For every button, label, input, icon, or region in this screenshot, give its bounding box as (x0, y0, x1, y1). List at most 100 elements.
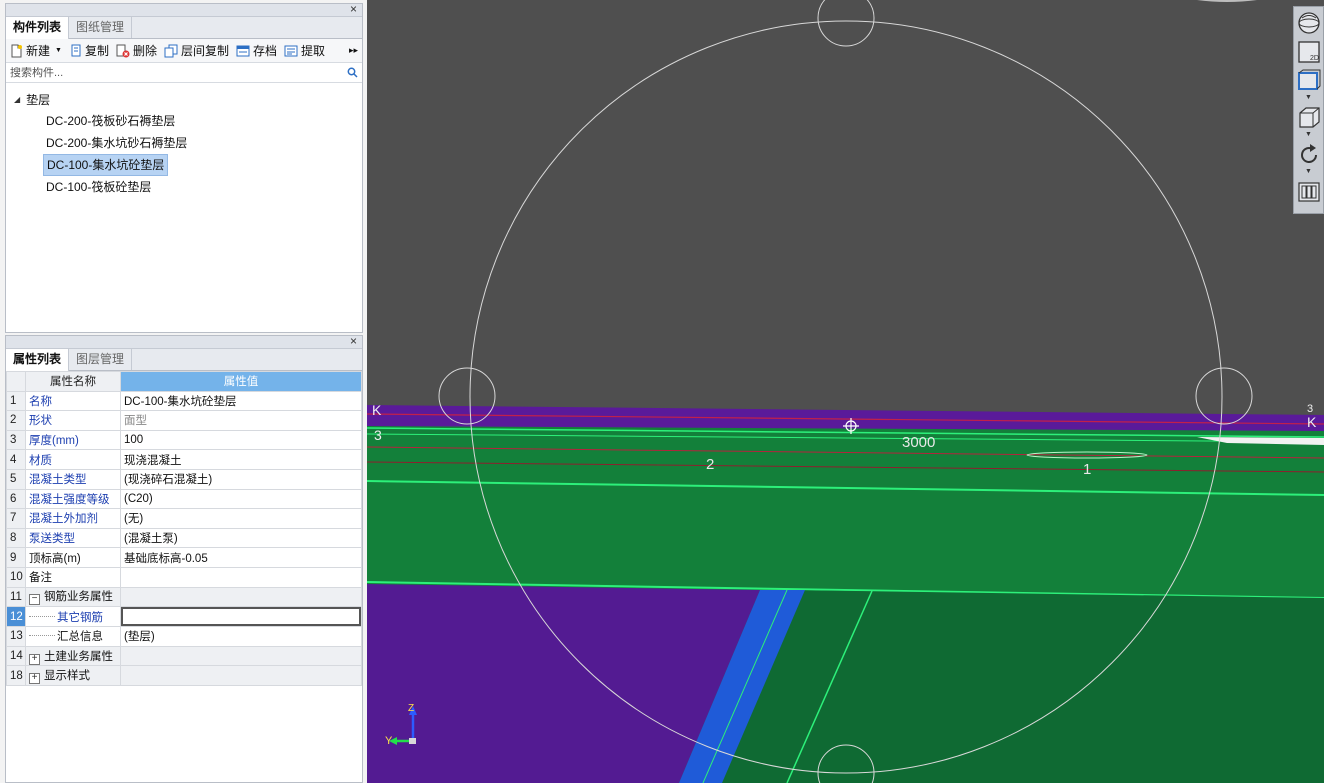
3d-box-view-icon[interactable] (1296, 105, 1322, 131)
tree-item[interactable]: DC-200-集水坑砂石褥垫层 (43, 132, 190, 154)
row-number: 4 (6, 449, 26, 470)
property-name: 混凝土强度等级 (25, 488, 121, 510)
toolbar-overflow-icon[interactable]: ▸▸ (349, 45, 358, 56)
property-row[interactable]: 7 混凝土外加剂 (无) (6, 508, 362, 529)
property-panel-tabs: 属性列表 图层管理 (6, 349, 362, 371)
property-row[interactable]: 8 泵送类型 (混凝土泵) (6, 527, 362, 549)
property-list-panel: × 属性列表 图层管理 属性名称 属性值 1 名称 DC-100-集水坑砼垫层 … (5, 334, 363, 783)
collapse-arrow-icon[interactable]: ◢ (14, 95, 20, 104)
property-value[interactable]: (混凝土泵) (120, 527, 362, 549)
property-value[interactable]: (无) (120, 508, 362, 529)
axis-label-k-right: K (1307, 414, 1317, 430)
component-search-input[interactable] (10, 66, 347, 79)
tree-root-cushion[interactable]: ◢ 垫层 (6, 88, 362, 110)
delete-button[interactable]: 删除 (116, 42, 157, 59)
property-value[interactable]: 100 (120, 429, 362, 451)
row-number: 1 (6, 390, 26, 412)
property-name: 形状 (25, 410, 121, 431)
axis-label-2: 2 (706, 456, 715, 473)
property-row-selected[interactable]: 12 其它钢筋 (6, 606, 362, 628)
new-button[interactable]: 新建 ▼ (10, 42, 62, 59)
tab-component-list[interactable]: 构件列表 (6, 17, 70, 39)
property-name-label: 其它钢筋 (57, 611, 103, 624)
svg-text:2D: 2D (1310, 55, 1319, 62)
property-value[interactable] (120, 566, 362, 588)
property-group-row[interactable]: 14 + 土建业务属性 (6, 645, 362, 667)
property-row[interactable]: 6 混凝土强度等级 (C20) (6, 488, 362, 510)
row-number: 7 (6, 508, 26, 529)
property-value[interactable]: DC-100-集水坑砼垫层 (120, 390, 362, 412)
property-group-header[interactable]: + 显示样式 (25, 665, 121, 686)
property-group-row[interactable]: 11 − 钢筋业务属性 (6, 586, 362, 608)
model-scene[interactable] (367, 0, 1324, 783)
new-label: 新建 (26, 44, 51, 58)
component-panel-tabs: 构件列表 图纸管理 (6, 17, 362, 39)
property-name: 泵送类型 (25, 527, 121, 549)
property-value[interactable]: 现浇混凝土 (120, 449, 362, 470)
tree-item-selected[interactable]: DC-100-集水坑砼垫层 (43, 154, 169, 176)
row-number: 18 (6, 665, 26, 686)
property-value[interactable]: (垫层) (120, 626, 362, 647)
property-value[interactable]: (C20) (120, 488, 362, 510)
property-value[interactable]: 基础底标高-0.05 (120, 547, 362, 568)
row-number: 12 (6, 606, 26, 628)
property-name: 顶标高(m) (25, 547, 121, 568)
property-value (120, 586, 362, 608)
rotate-icon[interactable] (1296, 142, 1322, 168)
chevron-down-icon[interactable]: ▼ (1294, 131, 1323, 139)
close-icon[interactable]: × (350, 334, 357, 348)
settings-panel-icon[interactable] (1296, 179, 1322, 205)
chevron-down-icon[interactable]: ▼ (1294, 168, 1323, 176)
tab-drawing-management[interactable]: 图纸管理 (69, 17, 133, 38)
property-value-input[interactable] (121, 607, 361, 626)
row-number: 2 (6, 410, 26, 431)
2d-view-icon[interactable]: 2D (1296, 39, 1322, 65)
row-number: 10 (6, 566, 26, 588)
close-icon[interactable]: × (350, 2, 357, 16)
row-number: 3 (6, 429, 26, 451)
property-value-editor[interactable] (120, 606, 362, 628)
property-group-header[interactable]: − 钢筋业务属性 (25, 586, 121, 608)
tree-item[interactable]: DC-200-筏板砂石褥垫层 (43, 110, 178, 132)
property-row[interactable]: 3 厚度(mm) 100 (6, 429, 362, 451)
floor-copy-label: 层间复制 (180, 44, 229, 58)
copy-icon (71, 44, 81, 56)
property-name: 材质 (25, 449, 121, 470)
3d-viewport[interactable]: K 3 K 3 2 1 3000 Y Z 2D ▼ ▼ ▼ (367, 0, 1324, 783)
tab-layer-management[interactable]: 图层管理 (69, 349, 133, 370)
floor-copy-button[interactable]: 层间复制 (164, 42, 229, 59)
property-group-label: 钢筋业务属性 (44, 591, 113, 604)
archive-button[interactable]: 存档 (236, 42, 277, 59)
property-row[interactable]: 13 汇总信息 (垫层) (6, 626, 362, 647)
property-row[interactable]: 1 名称 DC-100-集水坑砼垫层 (6, 390, 362, 412)
delete-label: 删除 (132, 44, 157, 58)
property-row[interactable]: 4 材质 现浇混凝土 (6, 449, 362, 470)
expand-plus-icon[interactable]: + (29, 673, 40, 685)
search-icon[interactable] (347, 67, 358, 78)
property-group-header[interactable]: + 土建业务属性 (25, 645, 121, 667)
chevron-down-icon[interactable]: ▼ (1294, 94, 1323, 102)
tab-property-list[interactable]: 属性列表 (6, 349, 70, 371)
property-row[interactable]: 5 混凝土类型 (现浇碎石混凝土) (6, 468, 362, 490)
header-property-value[interactable]: 属性值 (120, 371, 362, 392)
component-search-bar (6, 63, 362, 83)
expand-plus-icon[interactable]: + (29, 653, 40, 665)
collapse-minus-icon[interactable]: − (29, 594, 40, 606)
axis-label-k-left: K (372, 402, 382, 418)
new-file-icon (11, 44, 22, 57)
property-row[interactable]: 10 备注 (6, 566, 362, 588)
property-group-row[interactable]: 18 + 显示样式 (6, 665, 362, 686)
extract-button[interactable]: 提取 (284, 42, 325, 59)
tree-item[interactable]: DC-100-筏板砼垫层 (43, 176, 154, 198)
property-row[interactable]: 9 顶标高(m) 基础底标高-0.05 (6, 547, 362, 568)
orbit-sphere-icon[interactable] (1296, 10, 1322, 36)
property-value[interactable]: (现浇碎石混凝土) (120, 468, 362, 490)
property-value: 面型 (120, 410, 362, 431)
property-row[interactable]: 2 形状 面型 (6, 410, 362, 431)
view-control-bar: 2D ▼ ▼ ▼ (1293, 6, 1324, 214)
header-property-name[interactable]: 属性名称 (25, 371, 121, 392)
copy-button[interactable]: 复制 (69, 42, 109, 59)
top-view-icon[interactable] (1296, 68, 1322, 94)
tree-connector (29, 615, 55, 617)
chevron-down-icon[interactable]: ▼ (55, 47, 62, 54)
